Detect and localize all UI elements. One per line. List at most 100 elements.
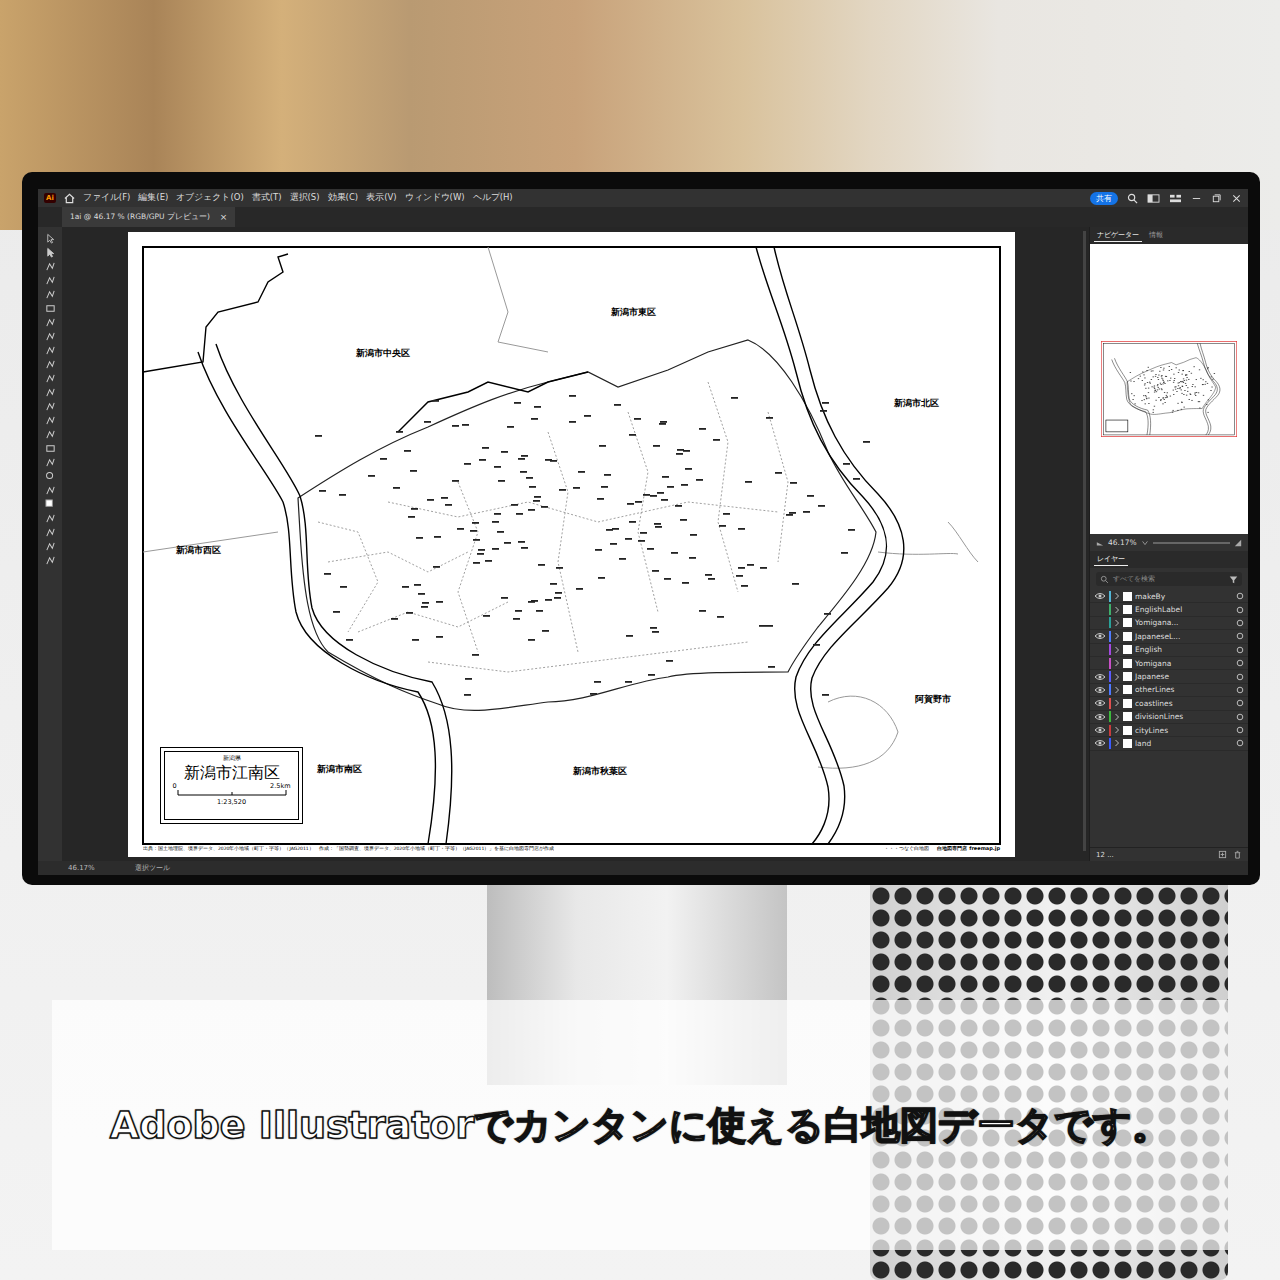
visibility-toggle[interactable] (1094, 726, 1106, 734)
visibility-toggle[interactable] (1094, 632, 1106, 640)
menu-item[interactable]: ファイル(F) (83, 192, 131, 204)
target-icon[interactable] (1236, 739, 1244, 747)
home-icon[interactable] (64, 193, 75, 204)
filter-icon[interactable] (1229, 575, 1238, 584)
layer-search[interactable]: すべてを検索 (1096, 572, 1242, 586)
expand-icon[interactable] (1114, 699, 1120, 707)
app-logo[interactable]: Ai (44, 193, 56, 203)
vertical-scrollbar[interactable] (1083, 231, 1086, 851)
expand-icon[interactable] (1114, 739, 1120, 747)
pencil-tool-icon[interactable] (45, 275, 56, 286)
expand-icon[interactable] (1114, 726, 1120, 734)
layer-row[interactable]: Japanese (1090, 670, 1248, 683)
rotate-tool-icon[interactable] (45, 331, 56, 342)
target-icon[interactable] (1236, 673, 1244, 681)
target-icon[interactable] (1236, 686, 1244, 694)
menu-item[interactable]: オブジェクト(O) (176, 192, 243, 204)
visibility-toggle[interactable] (1094, 673, 1106, 681)
layer-row[interactable]: EnglishLabel (1090, 603, 1248, 616)
layer-row[interactable]: Yomigana (1090, 657, 1248, 670)
target-icon[interactable] (1236, 699, 1244, 707)
mode-tool-icon[interactable] (45, 527, 56, 538)
blend-tool-icon[interactable] (45, 415, 56, 426)
layer-row[interactable]: land (1090, 737, 1248, 750)
layer-row[interactable]: Yomigana... (1090, 617, 1248, 630)
menu-item[interactable]: ヘルプ(H) (473, 192, 513, 204)
target-icon[interactable] (1236, 659, 1244, 667)
close-window-icon[interactable] (1231, 193, 1242, 204)
workspace-icon[interactable] (1147, 193, 1160, 204)
expand-icon[interactable] (1114, 713, 1120, 721)
expand-icon[interactable] (1114, 646, 1120, 654)
panel-tab[interactable]: レイヤー (1094, 553, 1128, 566)
zoom-field[interactable]: 46.17% (1108, 538, 1137, 547)
menu-item[interactable]: 選択(S) (290, 192, 320, 204)
visibility-toggle[interactable] (1094, 739, 1106, 747)
type-tool-icon[interactable] (45, 317, 56, 328)
delete-layer-icon[interactable] (1233, 850, 1242, 859)
visibility-toggle[interactable] (1094, 646, 1106, 654)
rect-tool-icon[interactable] (45, 303, 56, 314)
layer-row[interactable]: JapaneseL... (1090, 630, 1248, 643)
visibility-toggle[interactable] (1094, 659, 1106, 667)
document-tab[interactable]: 1ai @ 46.17 % (RGB/GPU プレビュー)× (62, 207, 235, 227)
visibility-toggle[interactable] (1094, 686, 1106, 694)
restore-icon[interactable] (1211, 193, 1222, 204)
expand-icon[interactable] (1114, 632, 1120, 640)
zoom-in-icon[interactable] (1234, 539, 1242, 547)
target-icon[interactable] (1236, 632, 1244, 640)
pen-tool-icon[interactable] (45, 261, 56, 272)
visibility-toggle[interactable] (1094, 619, 1106, 627)
canvas[interactable]: 新潟市東区新潟市中央区新潟市北区新潟市西区阿賀野市新潟市南区新潟市秋葉区新潟県新… (62, 227, 1089, 861)
target-icon[interactable] (1236, 619, 1244, 627)
brush-tool-icon[interactable] (45, 289, 56, 300)
zoom-tool-icon[interactable] (45, 471, 56, 482)
gradient-tool-icon[interactable] (45, 387, 56, 398)
target-icon[interactable] (1236, 713, 1244, 721)
layer-row[interactable]: divisionLines (1090, 711, 1248, 724)
expand-icon[interactable] (1114, 686, 1120, 694)
symbol-tool-icon[interactable] (45, 429, 56, 440)
status-zoom[interactable]: 46.17% (68, 864, 95, 872)
menu-item[interactable]: 編集(E) (138, 192, 168, 204)
visibility-toggle[interactable] (1094, 699, 1106, 707)
visibility-toggle[interactable] (1094, 713, 1106, 721)
zoom-slider[interactable] (1153, 542, 1230, 544)
expand-icon[interactable] (1114, 673, 1120, 681)
tab-close-button[interactable]: × (220, 212, 228, 222)
target-icon[interactable] (1236, 726, 1244, 734)
arrange-icon[interactable] (1169, 193, 1182, 204)
target-icon[interactable] (1236, 592, 1244, 600)
panel-tab[interactable]: ナビゲーター (1094, 229, 1142, 242)
target-icon[interactable] (1236, 606, 1244, 614)
layer-row[interactable]: English (1090, 644, 1248, 657)
new-layer-icon[interactable] (1218, 850, 1227, 859)
screen-tool-icon[interactable] (45, 541, 56, 552)
more-tool-icon[interactable] (45, 555, 56, 566)
minimize-icon[interactable] (1191, 193, 1202, 204)
hand-tool-icon[interactable] (45, 485, 56, 496)
share-button[interactable]: 共有 (1090, 192, 1118, 205)
visibility-toggle[interactable] (1094, 606, 1106, 614)
swap-tool-icon[interactable] (45, 513, 56, 524)
artboard-tool-icon[interactable] (45, 443, 56, 454)
menu-item[interactable]: 書式(T) (252, 192, 282, 204)
layer-row[interactable]: coastlines (1090, 697, 1248, 710)
search-icon[interactable] (1127, 193, 1138, 204)
expand-icon[interactable] (1114, 606, 1120, 614)
navigator-preview[interactable] (1090, 244, 1248, 534)
zoom-dropdown-icon[interactable] (1141, 539, 1149, 547)
width-tool-icon[interactable] (45, 359, 56, 370)
expand-icon[interactable] (1114, 592, 1120, 600)
panel-tab[interactable]: 情報 (1146, 229, 1166, 242)
target-icon[interactable] (1236, 646, 1244, 654)
shape-builder-tool-icon[interactable] (45, 373, 56, 384)
direct-select-tool-icon[interactable] (45, 247, 56, 258)
layer-row[interactable]: otherLines (1090, 684, 1248, 697)
expand-icon[interactable] (1114, 619, 1120, 627)
layer-row[interactable]: makeBy (1090, 590, 1248, 603)
eyedropper-tool-icon[interactable] (45, 401, 56, 412)
visibility-toggle[interactable] (1094, 592, 1106, 600)
menu-item[interactable]: 表示(V) (366, 192, 396, 204)
zoom-out-icon[interactable] (1096, 539, 1104, 547)
